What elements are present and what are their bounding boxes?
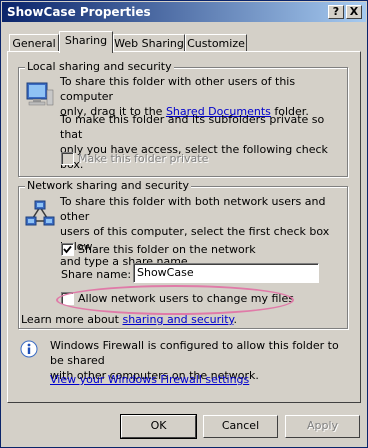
network-description: To share this folder with both network u… bbox=[60, 194, 345, 269]
title-bar[interactable]: ShowCase Properties ? X bbox=[2, 2, 366, 22]
local-para2-line1: To make this folder and its subfolders p… bbox=[60, 113, 325, 141]
allow-change-label: Allow network users to change my files bbox=[78, 292, 294, 305]
local-para1-line1: To share this folder with other users of… bbox=[60, 75, 296, 103]
network-sharing-group: Network sharing and security To share th… bbox=[18, 179, 348, 329]
sharing-security-link[interactable]: sharing and security bbox=[122, 313, 233, 326]
network-sharing-group-title: Network sharing and security bbox=[25, 179, 192, 192]
apply-button[interactable]: Apply bbox=[285, 415, 360, 438]
share-name-label: Share name: bbox=[61, 268, 132, 281]
local-sharing-group-title: Local sharing and security bbox=[25, 60, 174, 73]
make-private-checkbox[interactable] bbox=[61, 152, 74, 165]
close-button[interactable]: X bbox=[346, 5, 362, 19]
tab-web-sharing[interactable]: Web Sharing bbox=[113, 34, 185, 52]
ok-button[interactable]: OK bbox=[120, 414, 197, 439]
network-icon bbox=[25, 199, 55, 229]
tab-customize[interactable]: Customize bbox=[185, 34, 247, 52]
share-folder-label: Share this folder on the network bbox=[78, 243, 256, 256]
computer-icon bbox=[25, 80, 55, 110]
tab-general[interactable]: General bbox=[9, 34, 59, 52]
checkmark-icon bbox=[63, 245, 72, 254]
tab-sharing[interactable]: Sharing bbox=[59, 31, 113, 53]
help-button[interactable]: ? bbox=[328, 5, 344, 19]
info-icon bbox=[20, 340, 38, 358]
firewall-settings-link[interactable]: View your Windows Firewall settings bbox=[50, 372, 249, 387]
allow-change-checkbox[interactable] bbox=[61, 292, 74, 305]
sharing-panel: Local sharing and security To share this… bbox=[7, 51, 361, 403]
properties-dialog: ShowCase Properties ? X General Sharing … bbox=[0, 0, 368, 448]
learn-more-prefix: Learn more about bbox=[21, 313, 123, 326]
window-title: ShowCase Properties bbox=[7, 5, 151, 19]
make-private-label: Make this folder private bbox=[78, 152, 209, 165]
learn-more-text: Learn more about sharing and security. bbox=[21, 312, 237, 327]
network-description-line1: To share this folder with both network u… bbox=[60, 195, 326, 223]
share-name-field[interactable]: ShowCase bbox=[133, 263, 319, 283]
local-sharing-group: Local sharing and security To share this… bbox=[18, 60, 348, 177]
firewall-line1: Windows Firewall is configured to allow … bbox=[50, 339, 339, 367]
cancel-button[interactable]: Cancel bbox=[203, 415, 278, 438]
learn-more-suffix: . bbox=[233, 313, 237, 326]
share-folder-checkbox[interactable] bbox=[61, 243, 74, 256]
